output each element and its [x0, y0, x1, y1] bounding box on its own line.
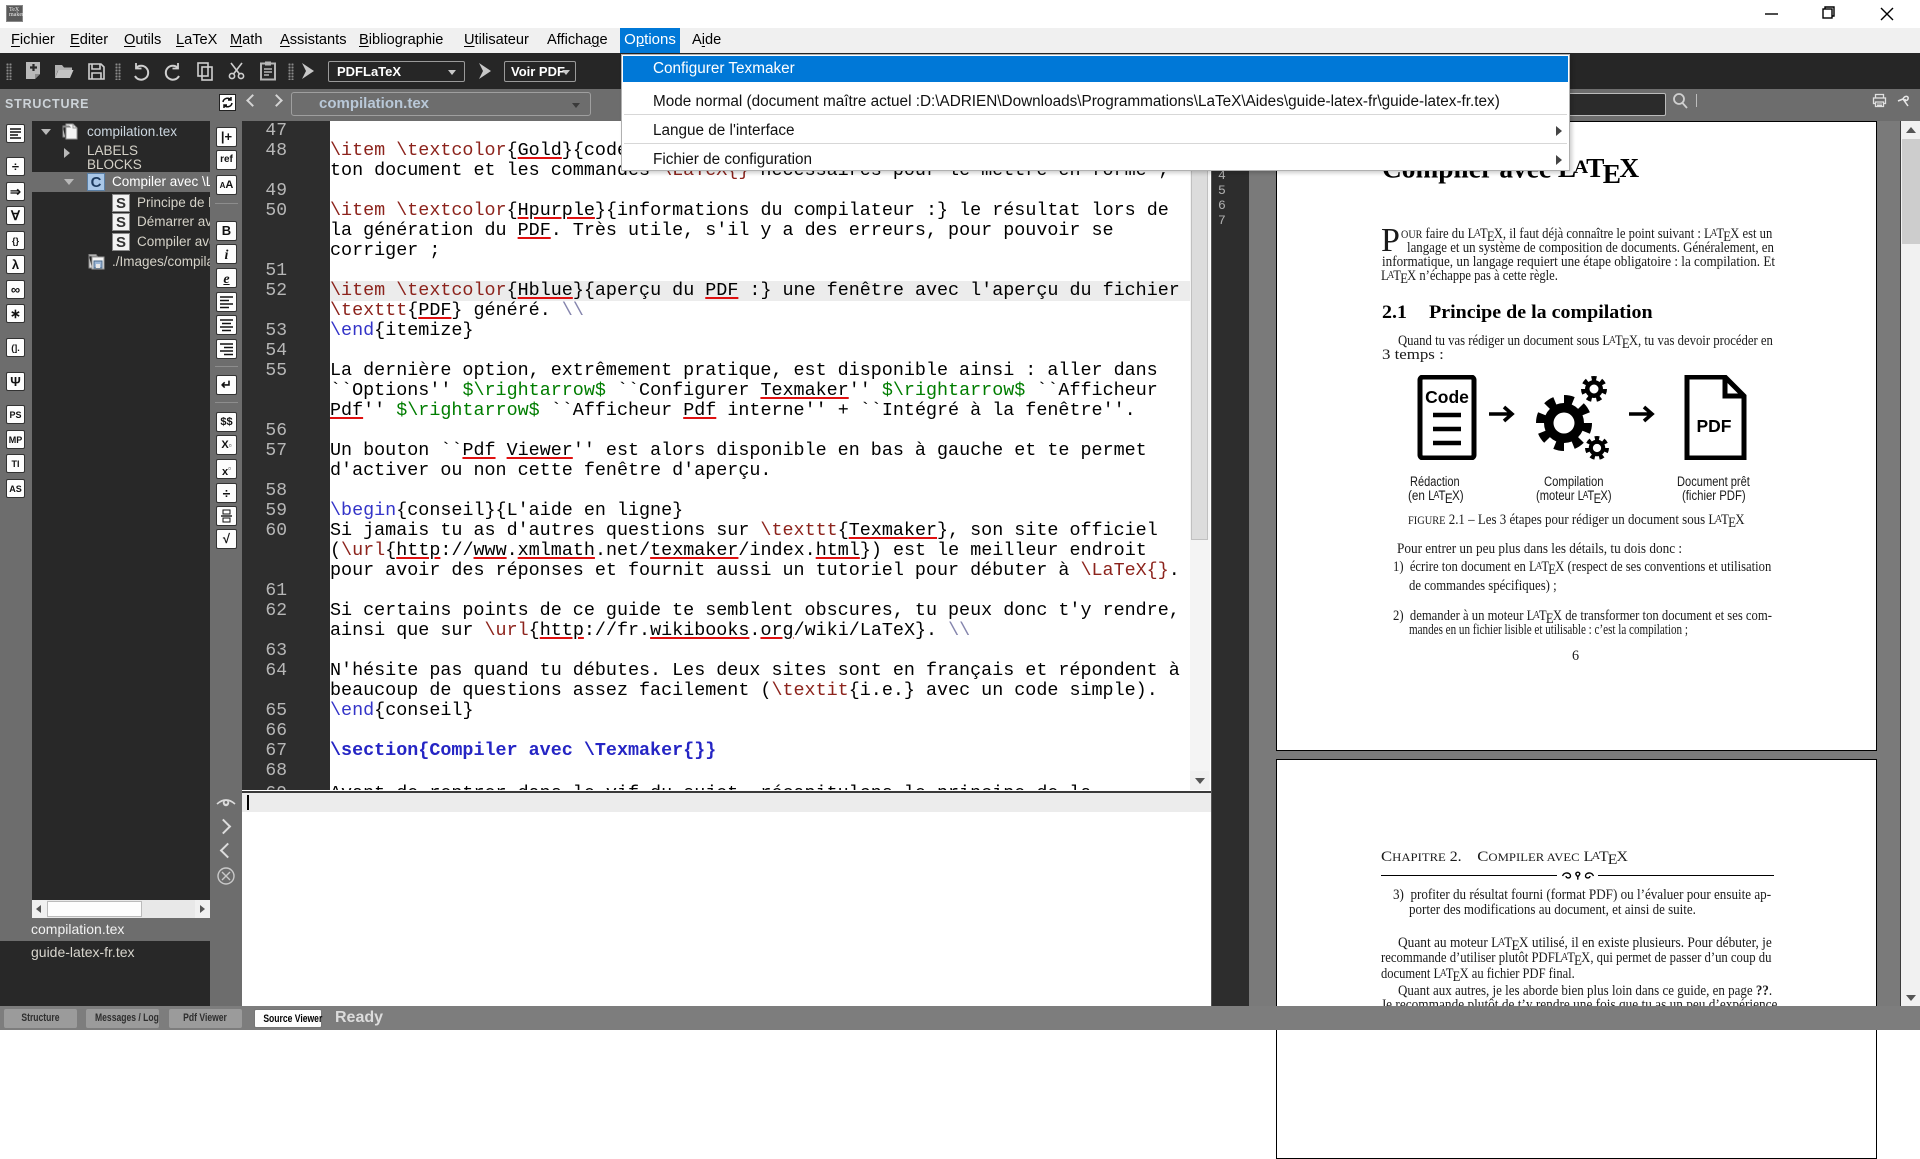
svg-text:PDF: PDF [1697, 416, 1732, 436]
svg-text:Code: Code [1425, 387, 1469, 407]
